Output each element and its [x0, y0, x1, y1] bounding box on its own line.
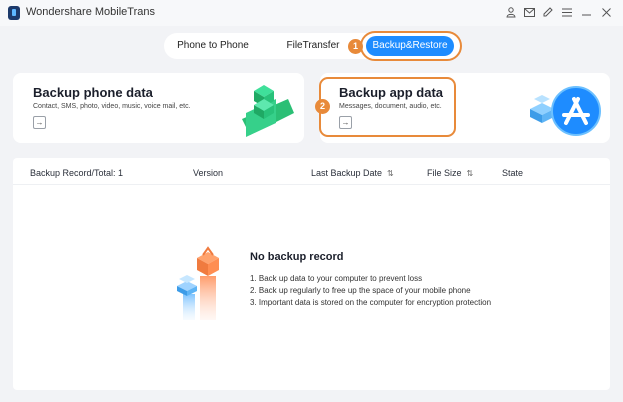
mode-tabs: Phone to Phone FileTransfer Backup&Resto…	[164, 33, 460, 59]
tab-file-transfer[interactable]: FileTransfer	[274, 36, 352, 56]
step-badge-1: 1	[348, 39, 363, 54]
edit-icon[interactable]	[540, 4, 556, 20]
empty-state-title: No backup record	[250, 251, 344, 263]
backup-phone-arrow-button[interactable]: →	[33, 116, 46, 129]
mail-icon[interactable]	[521, 4, 537, 20]
step-badge-2: 2	[315, 99, 330, 114]
backup-app-card[interactable]: Backup app data Messages, document, audi…	[320, 73, 610, 143]
backup-phone-title: Backup phone data	[33, 85, 153, 100]
title-bar: Wondershare MobileTrans	[0, 0, 623, 26]
sort-icon[interactable]: ⇅	[387, 169, 394, 178]
backup-phone-card[interactable]: Backup phone data Contact, SMS, photo, v…	[13, 73, 304, 143]
sort-icon[interactable]: ⇅	[467, 169, 474, 178]
app-title: Wondershare MobileTrans	[26, 6, 156, 18]
empty-backup-illustration-icon	[177, 246, 219, 320]
column-header-file-size[interactable]: File Size ⇅	[427, 168, 473, 178]
column-header-last-backup-date-label: Last Backup Date	[311, 168, 383, 178]
empty-state-tip: 2. Back up regularly to free up the spac…	[250, 286, 471, 295]
user-icon[interactable]	[503, 4, 519, 20]
column-header-version: Version	[193, 168, 223, 178]
backup-app-title: Backup app data	[339, 85, 444, 100]
column-header-version-label: Version	[193, 168, 224, 178]
backup-records-panel: Backup Record/Total: 1 Version Last Back…	[13, 158, 610, 390]
backup-app-subtitle: Messages, document, audio, etc.	[339, 103, 442, 110]
minimize-icon[interactable]	[578, 4, 594, 20]
column-header-record: Backup Record/Total: 1	[30, 168, 123, 178]
column-header-state: State	[502, 168, 523, 178]
column-header-file-size-label: File Size	[427, 168, 462, 178]
empty-state-tip: 3. Important data is stored on the compu…	[250, 298, 492, 307]
app-logo-icon	[8, 6, 20, 20]
phone-backup-illustration-icon	[242, 85, 294, 137]
tab-phone-to-phone[interactable]: Phone to Phone	[172, 36, 254, 56]
empty-state-tip: 1. Back up data to your computer to prev…	[250, 274, 423, 283]
app-store-illustration-icon	[530, 86, 601, 136]
close-icon[interactable]	[598, 4, 614, 20]
tab-backup-restore[interactable]: Backup&Restore	[366, 36, 454, 56]
backup-phone-subtitle: Contact, SMS, photo, video, music, voice…	[33, 103, 191, 110]
header-divider	[13, 184, 610, 185]
column-header-record-label: Backup Record/Total: 1	[30, 168, 124, 178]
column-header-last-backup-date[interactable]: Last Backup Date ⇅	[311, 168, 394, 178]
column-header-state-label: State	[502, 168, 524, 178]
backup-app-arrow-button[interactable]: →	[339, 116, 352, 129]
menu-icon[interactable]	[559, 4, 575, 20]
